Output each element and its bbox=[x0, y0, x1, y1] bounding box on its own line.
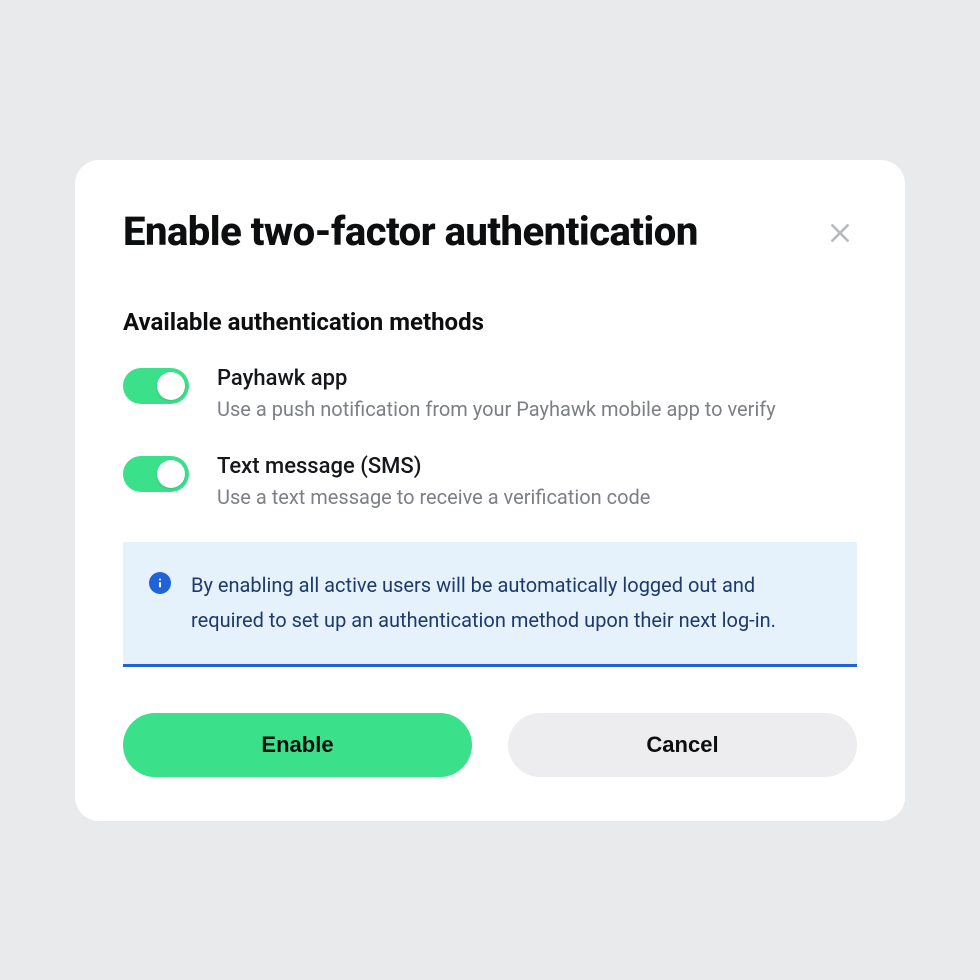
cancel-button[interactable]: Cancel bbox=[508, 713, 857, 777]
modal-title: Enable two-factor authentication bbox=[123, 210, 698, 254]
toggle-payhawk-app[interactable] bbox=[123, 368, 189, 404]
method-name: Text message (SMS) bbox=[217, 454, 857, 479]
method-text: Payhawk app Use a push notification from… bbox=[217, 366, 857, 424]
close-button[interactable] bbox=[823, 216, 857, 250]
info-banner: By enabling all active users will be aut… bbox=[123, 542, 857, 667]
info-icon bbox=[149, 572, 171, 594]
method-name: Payhawk app bbox=[217, 366, 857, 391]
section-title: Available authentication methods bbox=[123, 308, 857, 336]
toggle-sms[interactable] bbox=[123, 456, 189, 492]
close-icon bbox=[827, 220, 853, 246]
method-description: Use a push notification from your Payhaw… bbox=[217, 395, 857, 424]
method-description: Use a text message to receive a verifica… bbox=[217, 483, 857, 512]
toggle-knob bbox=[157, 372, 185, 400]
info-text: By enabling all active users will be aut… bbox=[191, 568, 831, 638]
enable-button[interactable]: Enable bbox=[123, 713, 472, 777]
two-factor-modal: Enable two-factor authentication Availab… bbox=[75, 160, 905, 821]
method-row-sms: Text message (SMS) Use a text message to… bbox=[123, 454, 857, 512]
method-text: Text message (SMS) Use a text message to… bbox=[217, 454, 857, 512]
toggle-knob bbox=[157, 460, 185, 488]
button-row: Enable Cancel bbox=[123, 713, 857, 777]
method-row-payhawk-app: Payhawk app Use a push notification from… bbox=[123, 366, 857, 424]
modal-header: Enable two-factor authentication bbox=[123, 210, 857, 254]
